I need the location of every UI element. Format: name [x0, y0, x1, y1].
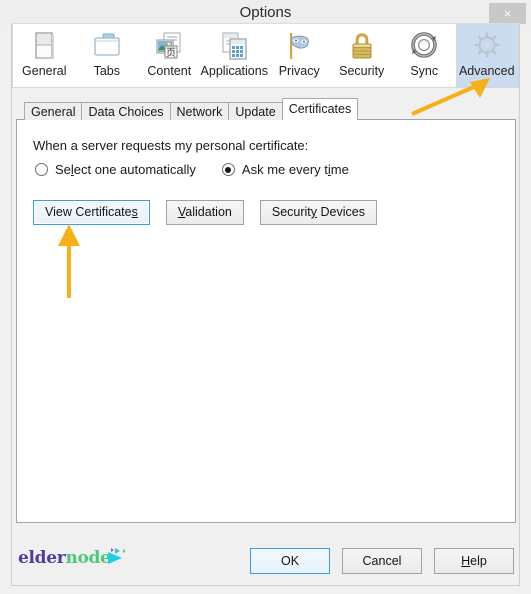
- toolbar-item-label: Tabs: [93, 64, 120, 78]
- logo-arrow-icon: [102, 547, 128, 569]
- radio-indicator: [35, 163, 48, 176]
- options-category-toolbar: General Tabs 页 Content Applications Priv…: [12, 24, 519, 88]
- close-icon[interactable]: ×: [489, 3, 526, 24]
- security-padlock-icon: [352, 33, 372, 59]
- sync-arrows-icon: [411, 32, 438, 58]
- radio-indicator: [221, 163, 235, 176]
- toolbar-item-label: Security: [339, 64, 385, 78]
- radio-select-one-automatically[interactable]: Select one automatically: [35, 162, 196, 177]
- view-certificates-button[interactable]: View Certificates: [33, 200, 150, 225]
- tab-data-choices[interactable]: Data Choices: [81, 102, 171, 120]
- tab-general[interactable]: General: [24, 102, 83, 120]
- toolbar-item-sync[interactable]: Sync: [393, 24, 456, 87]
- toolbar-item-tabs[interactable]: Tabs: [76, 24, 139, 87]
- svg-text:页: 页: [166, 47, 176, 59]
- toolbar-item-label: Sync: [410, 64, 439, 78]
- toolbar-item-privacy[interactable]: Privacy: [268, 24, 331, 87]
- validation-button[interactable]: Validation: [165, 200, 244, 225]
- radio-label: Select one automatically: [55, 162, 196, 177]
- toolbar-item-label: Advanced: [458, 64, 515, 78]
- radio-ask-me-every-time[interactable]: Ask me every time: [221, 162, 349, 177]
- general-window-icon: [35, 32, 55, 59]
- toolbar-item-label: Privacy: [278, 64, 320, 78]
- cancel-button[interactable]: Cancel: [342, 548, 422, 574]
- tab-update[interactable]: Update: [228, 102, 283, 120]
- security-devices-button[interactable]: Security Devices: [259, 200, 377, 225]
- toolbar-item-applications[interactable]: Applications: [201, 24, 268, 87]
- certificate-request-label: When a server requests my personal certi…: [33, 138, 309, 153]
- logo-text-elder: elder: [18, 548, 66, 568]
- ok-button[interactable]: OK: [250, 548, 330, 574]
- toolbar-item-general[interactable]: General: [13, 24, 76, 87]
- dialog-footer-buttons: OK Cancel Help: [238, 548, 514, 574]
- radio-label: Ask me every time: [241, 162, 349, 177]
- certificate-selection-radio-group: Select one automatically Ask me every ti…: [35, 162, 375, 177]
- toolbar-item-label: Applications: [200, 64, 268, 78]
- tab-network[interactable]: Network: [169, 102, 230, 120]
- certificates-panel: When a server requests my personal certi…: [16, 119, 516, 523]
- folder-tabs-icon: [94, 33, 120, 56]
- options-dialog-window: Options × General Tabs 页 Content Applica…: [0, 0, 531, 594]
- advanced-gear-icon: [474, 32, 500, 58]
- applications-grid-icon: [222, 32, 247, 60]
- toolbar-item-label: General: [22, 64, 67, 78]
- toolbar-item-advanced[interactable]: Advanced: [455, 24, 519, 87]
- certificates-tabstrip: General Data Choices Network Update Cert…: [24, 98, 359, 120]
- help-button[interactable]: Help: [434, 548, 514, 574]
- eldernode-watermark-logo: elder node: [18, 545, 128, 571]
- content-page-icon: 页: [156, 32, 181, 59]
- certificate-action-buttons: View Certificates Validation Security De…: [33, 200, 393, 225]
- privacy-mask-icon: [290, 33, 310, 59]
- toolbar-item-label: Content: [147, 64, 192, 78]
- tab-certificates[interactable]: Certificates: [281, 98, 359, 120]
- toolbar-item-content[interactable]: 页 Content: [138, 24, 201, 87]
- toolbar-item-security[interactable]: Security: [330, 24, 393, 87]
